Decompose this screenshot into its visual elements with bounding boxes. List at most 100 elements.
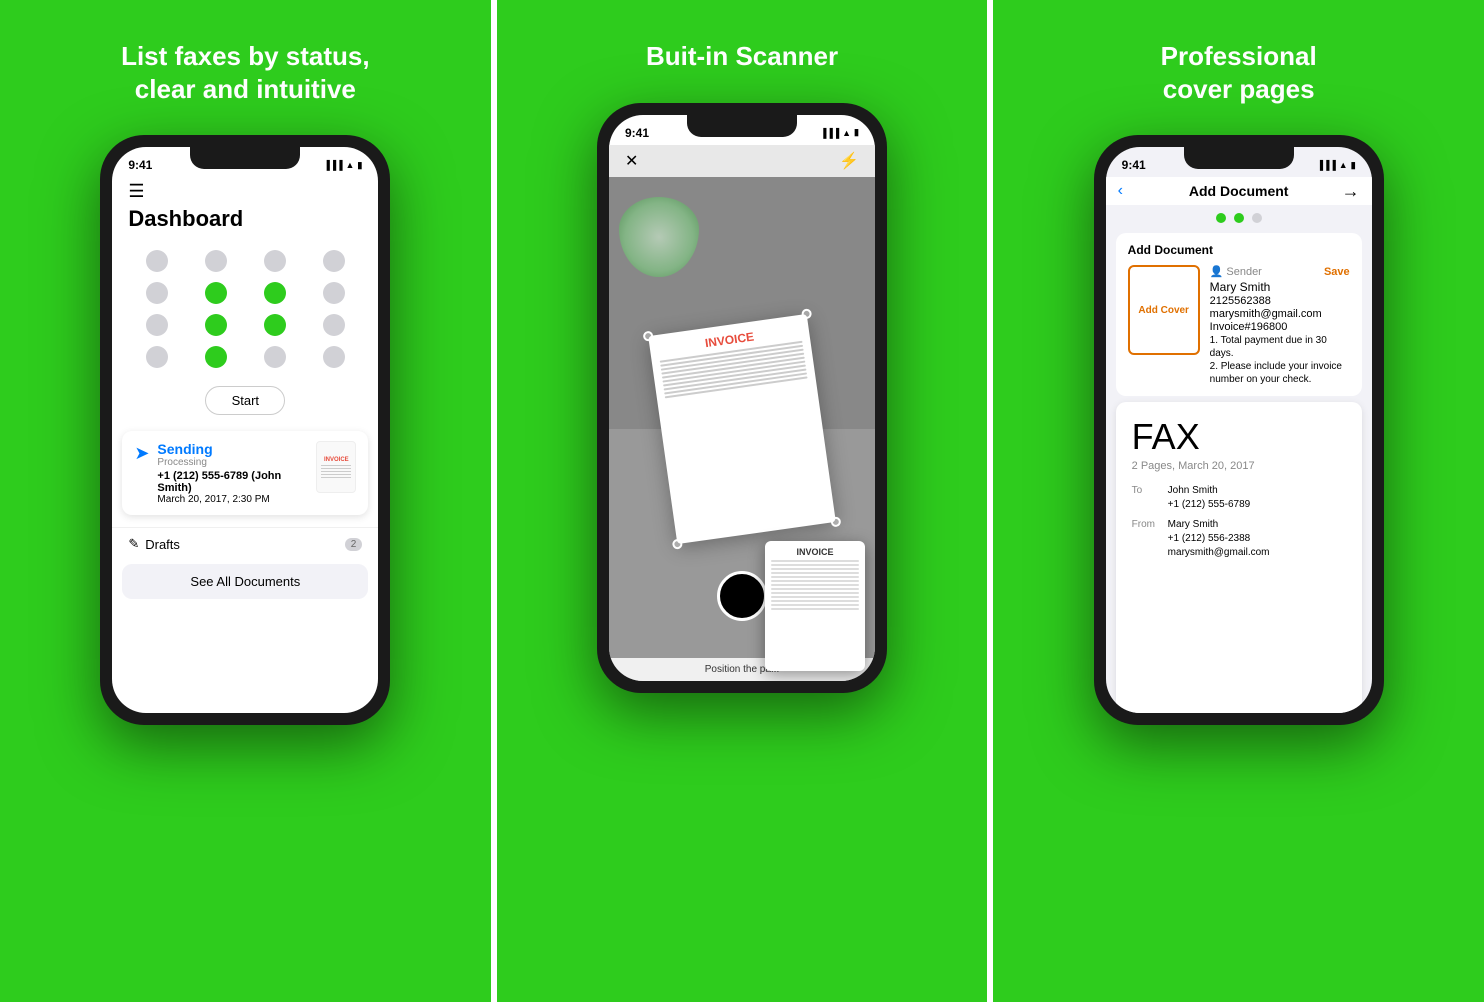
sender-note2: 2. Please include your invoice number on… [1210,360,1350,386]
flash-icon[interactable]: ⚡ [839,151,859,171]
dot-9 [205,314,227,336]
dashboard-title: Dashboard [128,206,362,232]
sender-row: 👤 Sender Save [1210,265,1350,278]
close-icon[interactable]: ✕ [625,151,638,171]
signal-icon-3: ▐▐▐ [1317,160,1336,170]
fax-to-phone: +1 (212) 555-6789 [1168,498,1251,512]
panel3-title: Professional cover pages [1161,40,1317,105]
sender-email: marysmith@gmail.com [1210,308,1350,320]
notch [190,147,300,169]
start-button[interactable]: Start [205,386,285,415]
preview-lines [771,560,859,610]
prog-dot-2 [1234,213,1244,223]
corner-tr [801,308,812,319]
add-doc-label: Add Document [1128,243,1350,257]
sender-phone: 2125562388 [1210,295,1350,307]
corner-bl [672,538,683,549]
dot-12 [146,346,168,368]
status-time-2: 9:41 [625,126,649,140]
status-icons-3: ▐▐▐ ▲ ▮ [1317,160,1356,171]
fax-to-label: To [1132,485,1160,496]
scanned-preview: INVOICE [765,541,865,671]
drafts-badge: 2 [345,538,363,551]
drafts-icon: ✎ [128,536,139,552]
dot-4 [146,282,168,304]
nav-title: Add Document [1189,183,1289,199]
dot-1 [205,250,227,272]
phone3-screen: 9:41 ▐▐▐ ▲ ▮ ‹ Add Document → [1106,147,1372,713]
send-info: Sending Processing +1 (212) 555-6789 (Jo… [157,441,308,505]
see-all-button[interactable]: See All Documents [122,564,368,599]
sender-label: 👤 Sender [1210,265,1262,278]
menu-icon[interactable]: ☰ [128,181,362,202]
signal-icon: ▐▐▐ [323,160,342,170]
dot-14 [264,346,286,368]
preview-line [771,596,859,598]
fax-from-label: From [1132,519,1160,530]
fax-to-row: To John Smith +1 (212) 555-6789 [1132,484,1346,512]
person-icon: 👤 [1210,265,1224,278]
preview-line [771,580,859,582]
preview-line [771,608,859,610]
drafts-label: ✎ Drafts [128,536,180,552]
fax-from-phone: +1 (212) 556-2388 [1168,532,1270,546]
cover-nav: ‹ Add Document → [1106,177,1372,205]
preview-line [771,564,859,566]
dashboard-screen: 9:41 ▐▐▐ ▲ ▮ ☰ Dashboard [112,147,378,713]
phone-2: 9:41 ▐▐▐ ▲ ▮ ✕ ⚡ [597,103,887,693]
sender-note1: 1. Total payment due in 30 days. [1210,334,1350,360]
fax-to-name: John Smith [1168,484,1251,498]
preview-line [771,600,859,602]
scanner-viewfinder: INVOICE [609,177,875,681]
fax-title: FAX [1132,416,1346,458]
phone-1: 9:41 ▐▐▐ ▲ ▮ ☰ Dashboard [100,135,390,725]
fax-to-value: John Smith +1 (212) 555-6789 [1168,484,1251,512]
corner-br [830,516,841,527]
preview-line [771,604,859,606]
fax-from-row: From Mary Smith +1 (212) 556-2388 marysm… [1132,518,1346,560]
dashboard-header: ☰ Dashboard [112,177,378,240]
status-time-1: 9:41 [128,158,152,172]
dot-grid [112,240,378,378]
fax-from-name: Mary Smith [1168,518,1270,532]
scanned-document: INVOICE [648,313,836,543]
dot-10 [264,314,286,336]
preview-line [771,560,859,562]
notch-3 [1184,147,1294,169]
fax-from-value: Mary Smith +1 (212) 556-2388 marysmith@g… [1168,518,1270,560]
dot-13 [205,346,227,368]
status-icons-1: ▐▐▐ ▲ ▮ [323,160,362,171]
preview-line [771,588,859,590]
notch-2 [687,115,797,137]
sender-info: 👤 Sender Save Mary Smith 2125562388 mary… [1210,265,1350,386]
send-processing: Processing [157,457,308,468]
sender-invoice: Invoice#196800 [1210,321,1350,333]
back-button[interactable]: ‹ [1118,182,1123,200]
status-icons-2: ▐▐▐ ▲ ▮ [820,127,859,138]
panel-2: Buit-in Scanner 9:41 ▐▐▐ ▲ ▮ ✕ ⚡ [491,0,988,1002]
signal-icon-2: ▐▐▐ [820,128,839,138]
save-button[interactable]: Save [1324,266,1350,278]
next-arrow[interactable]: → [1342,181,1360,202]
capture-button[interactable] [717,571,767,621]
fax-preview: FAX 2 Pages, March 20, 2017 To John Smit… [1116,402,1362,713]
dot-7 [323,282,345,304]
add-cover-button[interactable]: Add Cover [1128,265,1200,355]
dot-6 [264,282,286,304]
fax-from-email: marysmith@gmail.com [1168,546,1270,560]
invoice-thumbnail: INVOICE [316,441,356,493]
send-status: Sending [157,441,308,457]
panel-1: List faxes by status, clear and intuitiv… [0,0,491,1002]
add-doc-row: Add Cover 👤 Sender Save Mary Smith [1128,265,1350,386]
dot-2 [264,250,286,272]
battery-icon: ▮ [357,160,362,171]
panel-3: Professional cover pages 9:41 ▐▐▐ ▲ ▮ ‹ … [987,0,1484,1002]
panel2-title: Buit-in Scanner [646,40,838,73]
panel1-title: List faxes by status, clear and intuitiv… [121,40,370,105]
phone1-screen: 9:41 ▐▐▐ ▲ ▮ ☰ Dashboard [112,147,378,713]
dot-11 [323,314,345,336]
preview-line [771,568,859,570]
sending-card: ➤ Sending Processing +1 (212) 555-6789 (… [122,431,368,515]
dot-15 [323,346,345,368]
dot-5 [205,282,227,304]
